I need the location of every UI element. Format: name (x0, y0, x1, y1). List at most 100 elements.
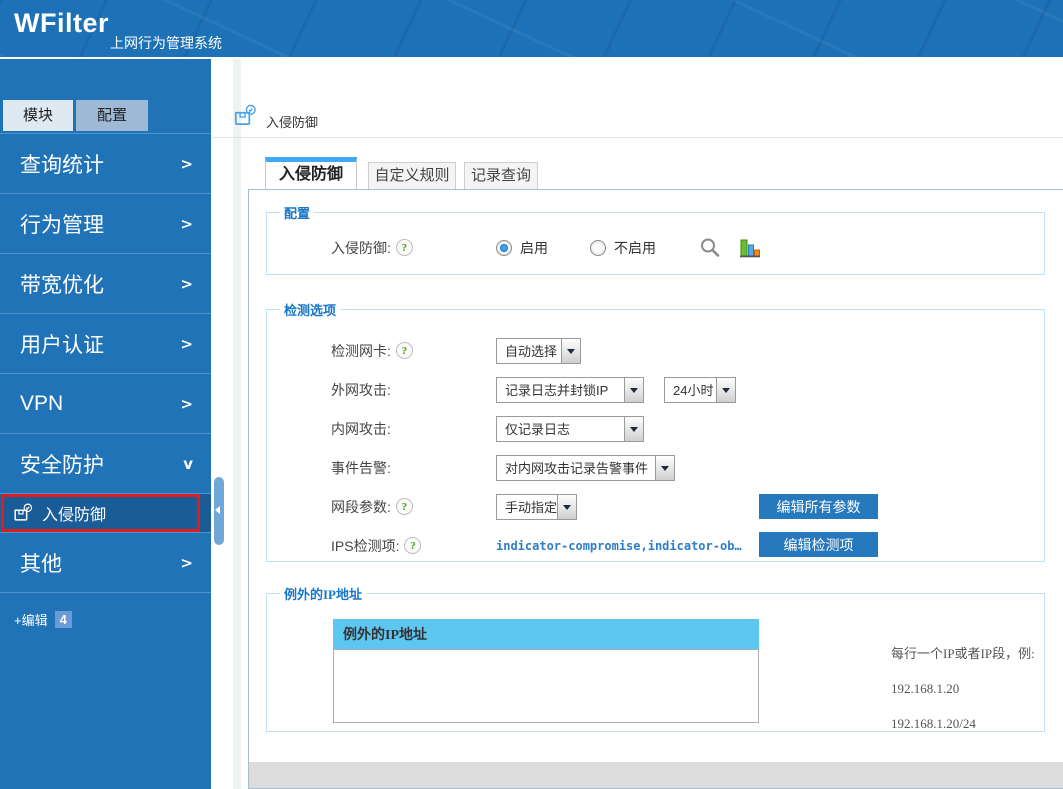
tab-intrusion-defense[interactable]: 入侵防御 (265, 157, 357, 190)
exception-ip-hints: 每行一个IP或者IP段，例: 192.168.1.20 192.168.1.20… (891, 643, 1035, 751)
app-window: WFilter 上网行为管理系统 模块 配置 查询统计 > 行为管理 > 带宽优… (0, 0, 1063, 789)
sidebar-collapse-handle[interactable] (214, 477, 224, 545)
lan-attack-label: 内网攻击: (331, 420, 391, 437)
chevron-right-icon: > (180, 274, 193, 293)
sidebar-item-label: 安全防护 (20, 453, 104, 477)
exception-ip-table: 例外的IP地址 (333, 619, 759, 723)
edit-count-badge: 4 (54, 611, 72, 628)
app-logo: WFilter (14, 8, 109, 38)
config-section: 配置 入侵防御: ? 启用 不启用 (266, 203, 1045, 275)
hint-title: 每行一个IP或者IP段，例: (891, 646, 1035, 661)
content-tabs: 入侵防御 自定义规则 记录查询 (265, 157, 538, 190)
edit-label: +编辑 (14, 613, 48, 628)
sidebar-item-security[interactable]: 安全防护 v (0, 434, 211, 494)
ips-items-label: IPS检测项: (331, 537, 400, 554)
wan-attack-row: 外网攻击: 记录日志并封锁IP 24小时 (267, 370, 1044, 409)
app-subtitle: 上网行为管理系统 (110, 35, 222, 51)
sidebar-item-label: 行为管理 (20, 213, 104, 237)
event-alert-row: 事件告警: 对内网攻击记录告警事件 (267, 448, 1044, 487)
sidebar-item-intrusion-defense[interactable]: 入侵防御 (0, 494, 211, 533)
lan-attack-row: 内网攻击: 仅记录日志 (267, 409, 1044, 448)
sidebar-item-label: 带宽优化 (20, 273, 104, 297)
chevron-right-icon: > (180, 553, 193, 572)
nic-label: 检测网卡: (331, 342, 391, 359)
event-alert-select[interactable]: 对内网攻击记录告警事件 (496, 454, 675, 481)
tab-log-query[interactable]: 记录查询 (464, 162, 538, 190)
chevron-right-icon: > (180, 334, 193, 353)
sidebar-item-other[interactable]: 其他 > (0, 533, 211, 593)
help-icon[interactable]: ? (395, 342, 413, 359)
event-alert-label: 事件告警: (331, 459, 391, 476)
ips-items-value: indicator-compromise,indicator-ob… (496, 538, 742, 553)
dropdown-arrow-icon (716, 377, 735, 402)
tab-custom-rules[interactable]: 自定义规则 (368, 162, 456, 190)
breadcrumb: 入侵防御 (212, 59, 1063, 138)
chevron-right-icon: > (180, 214, 193, 233)
radio-enable[interactable] (496, 239, 512, 256)
search-icon[interactable] (698, 236, 722, 260)
sidebar-tab-config[interactable]: 配置 (76, 100, 148, 131)
page-title: 入侵防御 (266, 115, 319, 130)
chevron-down-icon: v (183, 454, 193, 473)
sidebar-item-vpn[interactable]: VPN > (0, 374, 211, 434)
lan-attack-select[interactable]: 仅记录日志 (496, 415, 644, 442)
help-icon[interactable]: ? (404, 537, 422, 554)
dropdown-arrow-icon (557, 494, 576, 519)
config-legend: 配置 (284, 206, 311, 221)
radio-disable[interactable] (590, 239, 606, 256)
sidebar-item-user-auth[interactable]: 用户认证 > (0, 314, 211, 374)
collapse-arrow-icon (215, 506, 220, 514)
radio-disable-label[interactable]: 不启用 (614, 238, 656, 258)
segment-params-select[interactable]: 手动指定 (496, 493, 577, 520)
gutter-strip (233, 59, 241, 789)
sidebar-edit-link[interactable]: +编辑 4 (14, 610, 211, 629)
wan-duration-select[interactable]: 24小时 (664, 376, 736, 403)
exception-ip-legend: 例外的IP地址 (284, 587, 363, 602)
dropdown-arrow-icon (561, 338, 580, 363)
hint-example: 192.168.1.20 (891, 681, 960, 696)
nic-select[interactable]: 自动选择 (496, 337, 581, 364)
sidebar-menu: 查询统计 > 行为管理 > 带宽优化 > 用户认证 > VPN > 安全防护 v (0, 133, 211, 593)
app-header: WFilter 上网行为管理系统 (0, 0, 1063, 57)
radio-enable-label[interactable]: 启用 (520, 238, 548, 258)
sidebar: 模块 配置 查询统计 > 行为管理 > 带宽优化 > 用户认证 > VPN > (0, 59, 211, 789)
detect-options-section: 检测选项 检测网卡: ? 自动选择 外网攻击: 记录日志并封锁IP 24小时 内… (266, 300, 1045, 562)
sidebar-tabs: 模块 配置 (3, 100, 211, 131)
wan-attack-select[interactable]: 记录日志并封锁IP (496, 376, 644, 403)
segment-params-row: 网段参数: ? 手动指定 编辑所有参数 (267, 487, 1044, 526)
dropdown-arrow-icon (655, 455, 674, 480)
ips-items-row: IPS检测项: ? indicator-compromise,indicator… (267, 526, 1044, 565)
chevron-right-icon: > (180, 394, 193, 413)
box-check-icon (232, 103, 258, 134)
panel-footer-bar (249, 762, 1063, 788)
sidebar-tab-modules[interactable]: 模块 (3, 100, 73, 131)
help-icon[interactable]: ? (395, 239, 413, 256)
edit-all-params-button[interactable]: 编辑所有参数 (759, 494, 878, 519)
intrusion-defense-label: 入侵防御: (331, 239, 391, 256)
sidebar-item-query-stats[interactable]: 查询统计 > (0, 134, 211, 194)
exception-ip-section: 例外的IP地址 例外的IP地址 每行一个IP或者IP段，例: 192.168.1… (266, 584, 1045, 732)
sidebar-item-behavior-mgmt[interactable]: 行为管理 > (0, 194, 211, 254)
dropdown-arrow-icon (624, 416, 643, 441)
detect-options-legend: 检测选项 (284, 303, 337, 318)
wan-attack-label: 外网攻击: (331, 381, 391, 398)
box-check-icon (12, 502, 34, 524)
main-area: 入侵防御 入侵防御 自定义规则 记录查询 配置 入侵防御: ? 启用 不启用 检… (212, 59, 1063, 789)
nic-row: 检测网卡: ? 自动选择 (267, 331, 1044, 370)
sidebar-item-bandwidth[interactable]: 带宽优化 > (0, 254, 211, 314)
sidebar-subitem-label: 入侵防御 (42, 507, 107, 524)
edit-detect-items-button[interactable]: 编辑检测项 (759, 532, 878, 557)
hint-example: 192.168.1.20/24 (891, 716, 976, 731)
sidebar-item-label: VPN (20, 391, 64, 415)
intrusion-defense-row: 入侵防御: ? 启用 不启用 (267, 228, 1044, 267)
bar-chart-icon[interactable] (738, 236, 762, 260)
segment-params-label: 网段参数: (331, 498, 391, 515)
dropdown-arrow-icon (624, 377, 643, 402)
chevron-right-icon: > (180, 154, 193, 173)
help-icon[interactable]: ? (395, 498, 413, 515)
sidebar-item-label: 用户认证 (20, 333, 104, 357)
exception-ip-textarea[interactable] (333, 649, 759, 723)
exception-ip-table-header: 例外的IP地址 (333, 619, 759, 649)
sidebar-item-label: 查询统计 (20, 153, 104, 177)
sidebar-item-label: 其他 (20, 552, 62, 576)
